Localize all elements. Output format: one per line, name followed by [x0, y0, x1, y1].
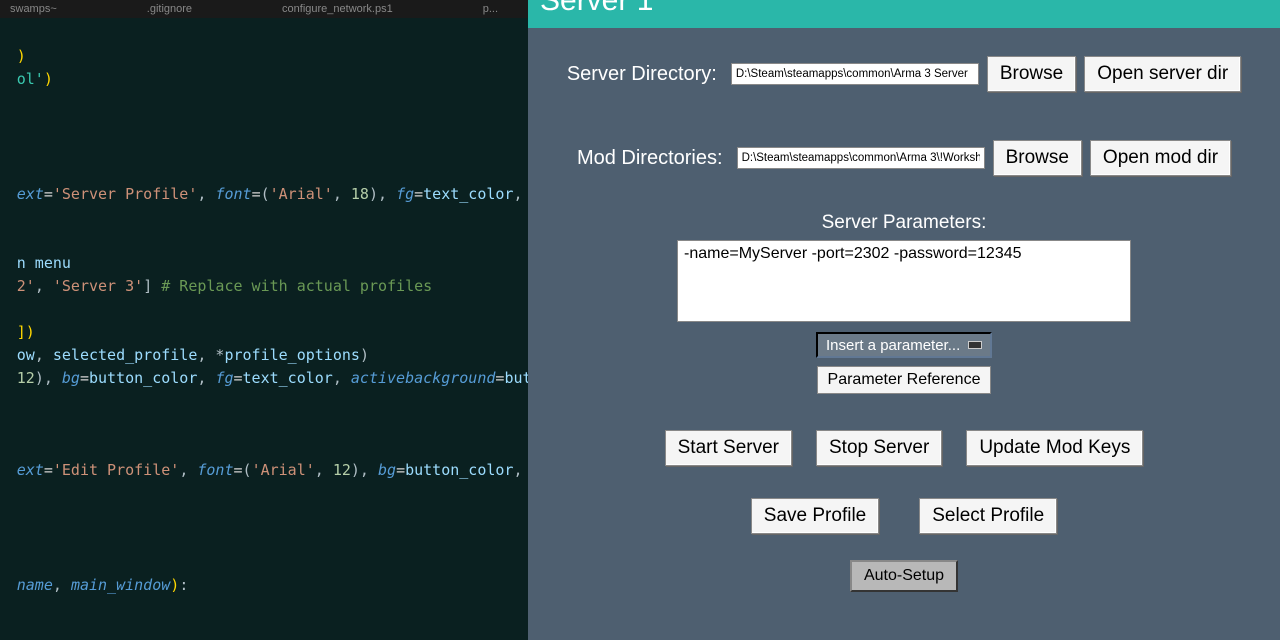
action-row-1: Start Server Stop Server Update Mod Keys	[528, 430, 1280, 466]
update-mod-keys-button[interactable]: Update Mod Keys	[966, 430, 1143, 466]
code-area[interactable]: ) ol') ext='Server Profile', font=('Aria…	[0, 18, 328, 620]
mod-dir-label: Mod Directories:	[577, 147, 723, 170]
parameter-reference-button[interactable]: Parameter Reference	[817, 366, 992, 394]
editor-tab[interactable]: .gitignore	[147, 3, 192, 15]
editor-tab[interactable]: swamps~	[10, 3, 57, 15]
mod-dir-input[interactable]	[737, 147, 985, 169]
server-dir-section: Server Directory: Browse Open server dir	[528, 56, 1280, 92]
code-editor[interactable]: swamps~ .gitignore configure_network.ps1…	[0, 0, 528, 640]
insert-parameter-dropdown[interactable]: Insert a parameter...	[816, 332, 992, 358]
panel-title: Server 1	[540, 0, 653, 16]
editor-tab[interactable]: p...	[483, 3, 498, 15]
auto-setup-button[interactable]: Auto-Setup	[850, 560, 958, 592]
open-server-dir-button[interactable]: Open server dir	[1084, 56, 1241, 92]
server-dir-label: Server Directory:	[567, 63, 717, 86]
insert-parameter-label: Insert a parameter...	[826, 337, 960, 354]
open-mod-dir-button[interactable]: Open mod dir	[1090, 140, 1231, 176]
server-dir-input[interactable]	[731, 63, 979, 85]
dropdown-indicator-icon	[968, 341, 982, 349]
mod-dir-section: Mod Directories: Browse Open mod dir	[528, 140, 1280, 176]
editor-tabs: swamps~ .gitignore configure_network.ps1…	[0, 0, 528, 18]
action-row-3: Auto-Setup	[528, 560, 1280, 592]
server-dir-browse-button[interactable]: Browse	[987, 56, 1076, 92]
server-panel: Server 1 Server Directory: Browse Open s…	[528, 0, 1280, 640]
server-params-section: Server Parameters: Insert a parameter...…	[528, 212, 1280, 394]
mod-dir-browse-button[interactable]: Browse	[993, 140, 1082, 176]
editor-tab[interactable]: configure_network.ps1	[282, 3, 393, 15]
server-params-input[interactable]	[677, 240, 1131, 322]
action-row-2: Save Profile Select Profile	[528, 498, 1280, 534]
panel-title-bar: Server 1	[528, 0, 1280, 28]
server-params-label: Server Parameters:	[822, 212, 987, 234]
save-profile-button[interactable]: Save Profile	[751, 498, 879, 534]
stop-server-button[interactable]: Stop Server	[816, 430, 942, 466]
start-server-button[interactable]: Start Server	[665, 430, 792, 466]
select-profile-button[interactable]: Select Profile	[919, 498, 1057, 534]
